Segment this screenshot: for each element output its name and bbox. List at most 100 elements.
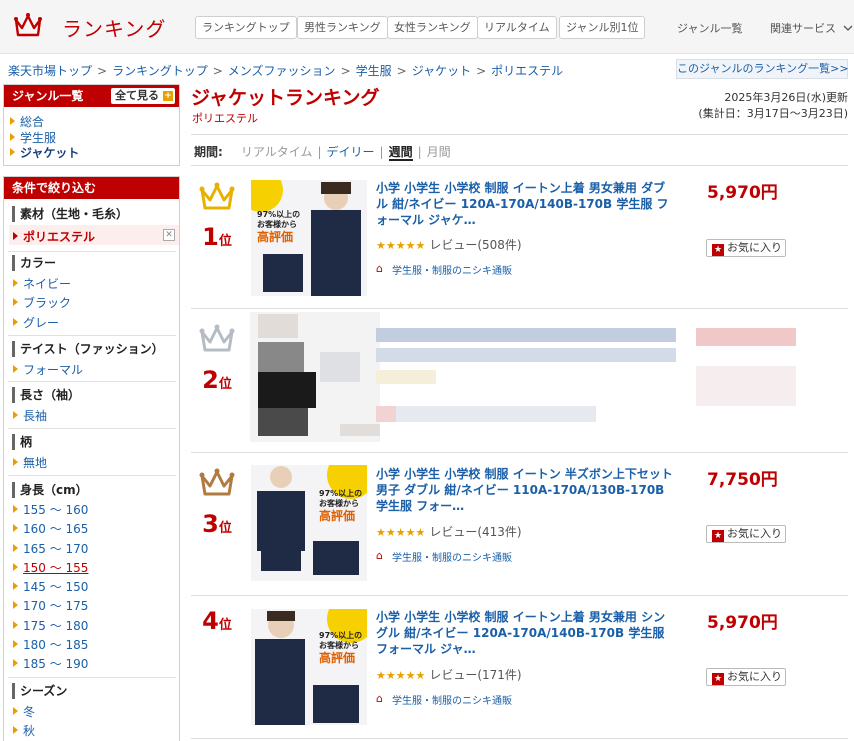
breadcrumb-sep: >: [97, 64, 108, 78]
logo-text[interactable]: ランキング: [62, 13, 166, 42]
review-count[interactable]: レビュー(413件): [429, 525, 521, 539]
updated-date: 2025年3月26日(水)更新: [724, 91, 848, 104]
filter-pattern-title: 柄: [12, 434, 178, 450]
divider: [191, 308, 848, 309]
crown-logo-icon[interactable]: [13, 11, 43, 39]
product-image[interactable]: 97%以上の お客様から 高評価: [251, 465, 367, 581]
divider: [8, 677, 176, 678]
filter-season-title: シーズン: [12, 683, 178, 699]
shop-link[interactable]: ⌂ 学生服・制服のニシキ通販: [376, 549, 512, 564]
filter-material-title: 素材（生地・毛糸）: [12, 206, 178, 222]
filter-taste-formal[interactable]: フォーマル: [13, 361, 83, 378]
rank-number: 3位: [202, 510, 232, 538]
favorite-button[interactable]: ★ お気に入り: [706, 239, 786, 257]
breadcrumb-sep: >: [340, 64, 351, 78]
shop-link[interactable]: ⌂ 学生服・制服のニシキ通販: [376, 692, 512, 707]
period-monthly: 月間: [426, 145, 451, 159]
genre-item-jacket[interactable]: ジャケット: [10, 144, 79, 161]
breadcrumb-sep: >: [396, 64, 407, 78]
product-image[interactable]: 97%以上の お客様から 高評価: [251, 609, 367, 725]
filter-season-autumn[interactable]: 秋: [13, 722, 35, 739]
image-caption: 97%以上の お客様から 高評価: [319, 631, 363, 665]
nav-genre-top[interactable]: ジャンル別1位: [559, 16, 646, 39]
review-rating[interactable]: ★★★★★ レビュー(508件): [376, 236, 522, 253]
page-subtitle: ポリエステル: [192, 112, 258, 125]
divider: [8, 475, 176, 476]
bronze-crown-icon: [199, 468, 235, 496]
period-selector: 期間: リアルタイム | デイリー | 週間 | 月間: [194, 145, 451, 161]
divider: [191, 595, 848, 596]
filter-sleeve-long[interactable]: 長袖: [13, 407, 47, 424]
review-count[interactable]: レビュー(171件): [429, 668, 521, 682]
genre-item-overall[interactable]: 総合: [10, 113, 44, 130]
genre-box-header: ジャンル一覧 全て見る +: [4, 85, 179, 107]
divider: [8, 428, 176, 429]
favorite-button[interactable]: ★ お気に入り: [706, 668, 786, 686]
filter-height-option[interactable]: 180 〜 185: [13, 636, 88, 653]
star-icon: ★: [712, 530, 724, 542]
gold-crown-icon: [199, 182, 235, 210]
star-icons: ★★★★★: [376, 239, 426, 252]
product-image[interactable]: 97%以上の お客様から 高評価: [251, 180, 367, 296]
product-price: 5,970円: [707, 183, 778, 203]
filter-height-option[interactable]: 175 〜 180: [13, 617, 88, 634]
filter-box: 条件で絞り込む 素材（生地・毛糸） ポリエステル ✕ カラー ネイビー ブラック…: [3, 176, 180, 741]
filter-height-option[interactable]: 165 〜 170: [13, 540, 88, 557]
genre-list-link[interactable]: ジャンル一覧: [677, 20, 742, 36]
breadcrumb-jacket[interactable]: ジャケット: [412, 64, 471, 78]
genre-ranking-list-link[interactable]: このジャンルのランキング一覧>>: [676, 59, 849, 79]
filter-height-option[interactable]: 160 〜 165: [13, 520, 88, 537]
period-daily[interactable]: デイリー: [327, 145, 375, 159]
product-name-link[interactable]: 小学 小学生 小学校 制服 イートン上着 男女兼用 シングル 紺/ネイビー 12…: [376, 609, 676, 657]
rank-number: 1位: [202, 223, 232, 251]
chevron-down-icon: [843, 25, 852, 31]
related-services-menu[interactable]: 関連サービス: [770, 20, 853, 36]
breadcrumb-polyester[interactable]: ポリエステル: [491, 64, 563, 78]
filter-height-option[interactable]: 185 〜 190: [13, 655, 88, 672]
nav-male-ranking[interactable]: 男性ランキング: [297, 16, 388, 39]
star-icons: ★★★★★: [376, 526, 426, 539]
filter-height-title: 身長（cm）: [12, 482, 178, 498]
product-price: 7,750円: [707, 470, 778, 490]
nav-ranking-top[interactable]: ランキングトップ: [195, 16, 297, 39]
product-photo: [251, 609, 367, 725]
star-icon: ★: [712, 244, 724, 256]
image-caption: 97%以上の お客様から 高評価: [257, 210, 301, 244]
filter-material-selected[interactable]: ポリエステル ✕: [9, 225, 179, 245]
filter-color-navy[interactable]: ネイビー: [13, 275, 71, 292]
divider: [8, 381, 176, 382]
review-rating[interactable]: ★★★★★ レビュー(171件): [376, 666, 522, 683]
breadcrumb-school-uniform[interactable]: 学生服: [356, 64, 392, 78]
review-rating[interactable]: ★★★★★ レビュー(413件): [376, 523, 522, 540]
filter-height-option[interactable]: 155 〜 160: [13, 501, 88, 518]
favorite-button[interactable]: ★ お気に入り: [706, 525, 786, 543]
rank-number: 2位: [202, 366, 232, 394]
filter-height-option[interactable]: 170 〜 175: [13, 597, 88, 614]
silver-crown-icon: [199, 324, 235, 352]
divider: [8, 335, 176, 336]
divider: [191, 452, 848, 453]
period-weekly[interactable]: 週間: [388, 145, 413, 161]
product-name-link[interactable]: 小学 小学生 小学校 制服 イートン上着 男女兼用 ダブル 紺/ネイビー 120…: [376, 180, 676, 228]
breadcrumb-sep: >: [476, 64, 487, 78]
shop-link[interactable]: ⌂ 学生服・制服のニシキ通販: [376, 262, 512, 277]
breadcrumb-rakuten-top[interactable]: 楽天市場トップ: [8, 64, 92, 78]
review-count[interactable]: レビュー(508件): [429, 238, 521, 252]
show-all-button[interactable]: 全て見る +: [111, 88, 175, 104]
breadcrumb-ranking-top[interactable]: ランキングトップ: [112, 64, 208, 78]
filter-material-polyester[interactable]: ポリエステル: [13, 228, 95, 245]
breadcrumb-mens-fashion[interactable]: メンズファッション: [228, 64, 336, 78]
home-icon: ⌂: [376, 692, 383, 705]
nav-realtime[interactable]: リアルタイム: [477, 16, 557, 39]
remove-filter-icon[interactable]: ✕: [163, 229, 175, 241]
filter-height-option-hover[interactable]: 150 〜 155: [13, 559, 88, 576]
filter-color-black[interactable]: ブラック: [13, 294, 71, 311]
nav-female-ranking[interactable]: 女性ランキング: [387, 16, 478, 39]
divider: [8, 251, 176, 252]
filter-color-gray[interactable]: グレー: [13, 314, 59, 331]
period-realtime[interactable]: リアルタイム: [241, 145, 313, 159]
filter-pattern-plain[interactable]: 無地: [13, 454, 47, 471]
filter-season-winter[interactable]: 冬: [13, 703, 35, 720]
product-name-link[interactable]: 小学 小学生 小学校 制服 イートン 半ズボン上下セット 男子 ダブル 紺/ネイ…: [376, 466, 676, 514]
filter-height-option[interactable]: 145 〜 150: [13, 578, 88, 595]
